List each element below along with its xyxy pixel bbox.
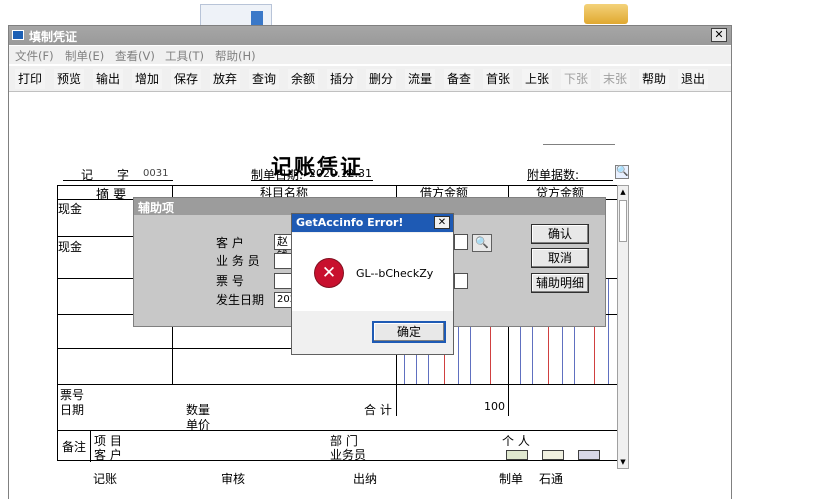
person-label: 个 人 — [502, 434, 530, 448]
error-ok-button[interactable]: 确定 — [372, 321, 446, 343]
aux-date-label: 发生日期 — [216, 293, 265, 307]
menu-view[interactable]: 查看(V) — [115, 48, 155, 64]
aux-cancel-button[interactable]: 取消 — [531, 248, 589, 268]
add-button[interactable]: 增加 — [132, 69, 163, 89]
balance-button[interactable]: 余额 — [288, 69, 319, 89]
list-icon[interactable] — [578, 450, 600, 460]
footer-audit: 审核 — [221, 472, 246, 486]
attach-search-icon[interactable]: 🔍 — [615, 165, 629, 179]
remark-label: 备注 — [62, 440, 87, 454]
delete-entry-button[interactable]: 删分 — [366, 69, 397, 89]
desktop-folder-icon[interactable] — [578, 0, 634, 24]
aux-dialog-title: 辅助项 — [138, 201, 175, 215]
footer-maker-name: 石通 — [539, 472, 564, 486]
voucher-scrollbar[interactable]: ▲ ▼ — [617, 185, 629, 469]
row1-summary[interactable]: 现金 — [58, 200, 82, 217]
error-dialog-title: GetAccinfo Error! — [296, 216, 404, 229]
menu-edit[interactable]: 制单(E) — [65, 48, 104, 64]
save-button[interactable]: 保存 — [171, 69, 202, 89]
menu-tools[interactable]: 工具(T) — [165, 48, 204, 64]
window-titlebar: 填制凭证 ✕ — [9, 26, 731, 45]
ticket-date-label: 日期 — [60, 403, 85, 417]
help-button[interactable]: 帮助 — [639, 69, 670, 89]
card-icon[interactable] — [542, 450, 564, 460]
customer-label: 客 户 — [94, 448, 122, 462]
price-label: 单价 — [186, 418, 211, 432]
close-icon[interactable]: ✕ — [711, 28, 727, 42]
header-summary: 摘 要 — [96, 188, 127, 203]
aux-search-icon[interactable]: 🔍 — [472, 234, 492, 252]
desktop-document-icon[interactable] — [200, 4, 272, 26]
next-button[interactable]: 下张 — [561, 69, 592, 89]
aux-right-input-1[interactable] — [454, 234, 468, 250]
first-button[interactable]: 首张 — [483, 69, 514, 89]
app-icon — [12, 30, 24, 40]
row-line — [58, 384, 620, 385]
prev-button[interactable]: 上张 — [522, 69, 553, 89]
memo-button[interactable]: 备查 — [444, 69, 475, 89]
aux-customer-label: 客 户 — [216, 236, 244, 250]
remark-sep — [90, 430, 91, 462]
footer-cashier: 出纳 — [353, 472, 378, 486]
error-dialog: GetAccinfo Error! ✕ ✕ GL--bCheckZy 确定 — [291, 213, 454, 355]
scroll-down-icon[interactable]: ▼ — [619, 457, 627, 467]
aux-ticket-label: 票 号 — [216, 274, 244, 288]
error-close-icon[interactable]: ✕ — [434, 216, 450, 229]
print-button[interactable]: 打印 — [15, 69, 46, 89]
cashflow-button[interactable]: 流量 — [405, 69, 436, 89]
error-message: GL--bCheckZy — [356, 267, 434, 280]
attach-underline — [527, 180, 613, 181]
menu-help[interactable]: 帮助(H) — [215, 48, 256, 64]
preview-button[interactable]: 预览 — [54, 69, 85, 89]
scroll-up-icon[interactable]: ▲ — [619, 187, 627, 197]
export-button[interactable]: 输出 — [93, 69, 124, 89]
aux-right-input-2[interactable] — [454, 273, 468, 289]
row2-summary[interactable]: 现金 — [58, 238, 82, 255]
footer-maker: 制单 — [499, 472, 524, 486]
menu-bar: 文件(F) 制单(E) 查看(V) 工具(T) 帮助(H) — [9, 46, 731, 64]
last-button[interactable]: 末张 — [600, 69, 631, 89]
query-button[interactable]: 查询 — [249, 69, 280, 89]
date-underline — [251, 180, 373, 181]
row-line — [58, 430, 620, 431]
insert-entry-button[interactable]: 插分 — [327, 69, 358, 89]
note-icon[interactable] — [506, 450, 528, 460]
window-title: 填制凭证 — [29, 30, 78, 44]
voucher-number[interactable]: 0031 — [143, 168, 168, 179]
voucher-date[interactable]: 2020.12.31 — [309, 167, 372, 180]
error-icon: ✕ — [315, 259, 343, 287]
salesman-label: 业务员 — [330, 448, 367, 462]
total-label: 合 计 — [364, 403, 392, 417]
aux-ok-button[interactable]: 确认 — [531, 224, 589, 244]
aux-salesman-label: 业 务 员 — [216, 254, 260, 268]
aux-detail-button[interactable]: 辅助明细 — [531, 273, 589, 293]
decor-line — [543, 144, 615, 145]
error-dialog-titlebar: GetAccinfo Error! ✕ — [292, 214, 453, 232]
menu-file[interactable]: 文件(F) — [15, 48, 54, 64]
scroll-thumb[interactable] — [619, 200, 627, 242]
footer-booking: 记账 — [93, 472, 118, 486]
ledger-line — [608, 278, 609, 384]
exit-button[interactable]: 退出 — [678, 69, 709, 89]
number-underline — [63, 180, 173, 181]
discard-button[interactable]: 放弃 — [210, 69, 241, 89]
total-amount: 100 — [484, 400, 505, 413]
toolbar: 打印 预览 输出 增加 保存 放弃 查询 余额 插分 删分 流量 备查 首张 上… — [9, 66, 731, 92]
